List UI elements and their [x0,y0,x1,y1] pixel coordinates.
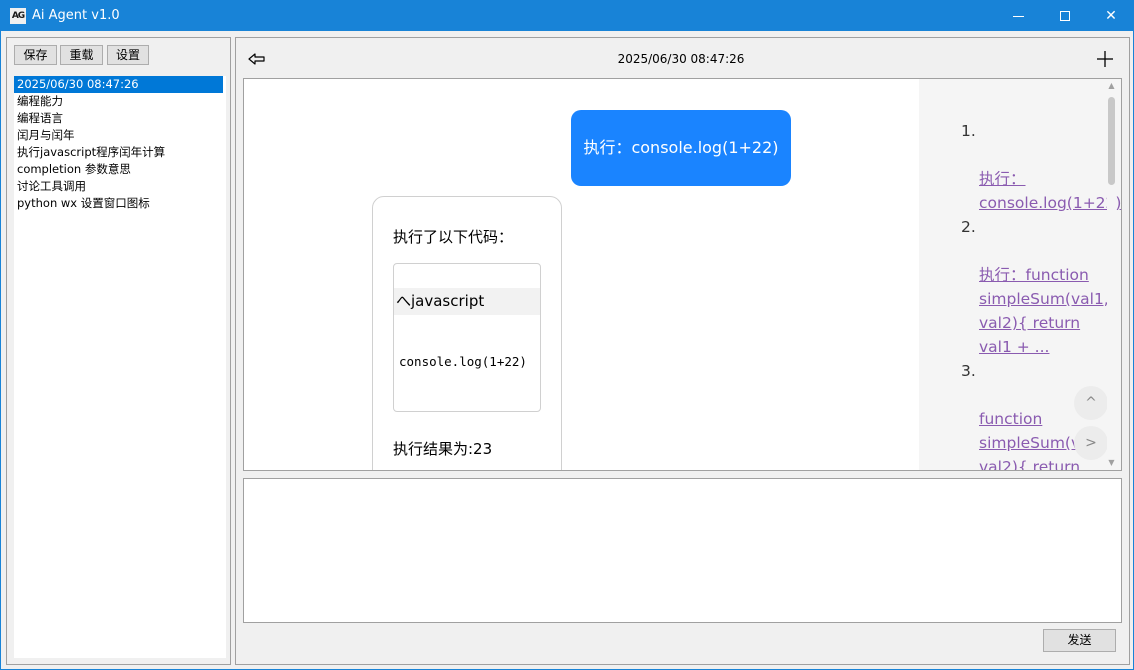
new-chat-plus-icon[interactable] [1096,50,1114,68]
toc-number: 2. [961,218,976,236]
close-button[interactable]: ✕ [1088,1,1134,31]
user-message-bubble: 执行：console.log(1+22) [571,110,791,186]
scroll-down-arrow-icon[interactable]: ▼ [1107,458,1116,468]
minimize-button[interactable] [996,1,1042,31]
history-item[interactable]: python wx 设置窗口图标 [14,195,223,212]
app-window: AG Ai Agent v1.0 ✕ 保存 重载 设置 2025/06/30 0… [0,0,1134,670]
chat-area[interactable]: 执行：console.log(1+22) 执行了以下代码： へjavascrip… [243,78,1122,471]
history-item[interactable]: 讨论工具调用 [14,178,223,195]
toc-link[interactable]: 执行：function simpleSum(val1, val2){ retur… [979,266,1109,356]
app-logo-icon: AG [10,8,26,24]
settings-button[interactable]: 设置 [107,45,149,65]
scrollbar-thumb[interactable] [1108,97,1115,185]
toc-item: 1. 执行： console.log(1+22) [957,119,1121,215]
toc-link[interactable]: 执行： console.log(1+22) [979,170,1121,212]
history-list[interactable]: 2025/06/30 08:47:26 编程能力 编程语言 闰月与闰年 执行ja… [14,76,226,658]
next-button[interactable]: > [1074,426,1108,460]
save-button[interactable]: 保存 [14,45,57,65]
code-content: console.log(1+22) [399,354,527,369]
toc-item: 2. 执行：function simpleSum(val1, val2){ re… [957,215,1113,359]
scroll-up-arrow-icon[interactable]: ▲ [1107,81,1116,91]
bot-message-card: 执行了以下代码： へjavascript console.log(1+22) 执… [372,196,562,470]
history-item[interactable]: completion 参数意思 [14,161,223,178]
history-item[interactable]: 执行javascript程序闰年计算 [14,144,223,161]
history-item[interactable]: 编程能力 [14,93,223,110]
history-item[interactable]: 闰月与闰年 [14,127,223,144]
window-title: Ai Agent v1.0 [32,8,120,23]
maximize-icon [1060,11,1070,21]
code-block: へjavascript console.log(1+22) [393,263,541,412]
maximize-button[interactable] [1042,1,1088,31]
scroll-up-button[interactable]: ^ [1074,386,1108,420]
history-item[interactable]: 编程语言 [14,110,223,127]
execution-result: 执行结果为:23 [393,440,493,458]
toc-number: 1. [961,122,976,140]
code-language-toggle[interactable]: へjavascript [394,288,540,315]
title-bar[interactable]: AG Ai Agent v1.0 ✕ [1,1,1133,31]
message-input[interactable] [243,478,1122,623]
toc-panel: 1. 执行： console.log(1+22) 2. 执行：function … [919,79,1121,470]
toc-number: 3. [961,362,976,380]
toc-scrollbar[interactable]: ▲ ▼ [1107,81,1116,468]
left-panel: 保存 重载 设置 2025/06/30 08:47:26 编程能力 编程语言 闰… [6,37,231,665]
chat-timestamp: 2025/06/30 08:47:26 [617,52,745,66]
minimize-icon [1013,16,1024,17]
reload-button[interactable]: 重载 [60,45,103,65]
send-button[interactable]: 发送 [1043,629,1116,652]
back-arrow-icon[interactable] [248,51,266,67]
bot-intro-text: 执行了以下代码： [393,228,514,246]
history-item-selected[interactable]: 2025/06/30 08:47:26 [14,76,223,93]
right-panel: 2025/06/30 08:47:26 执行：console.log(1+22)… [235,37,1130,665]
